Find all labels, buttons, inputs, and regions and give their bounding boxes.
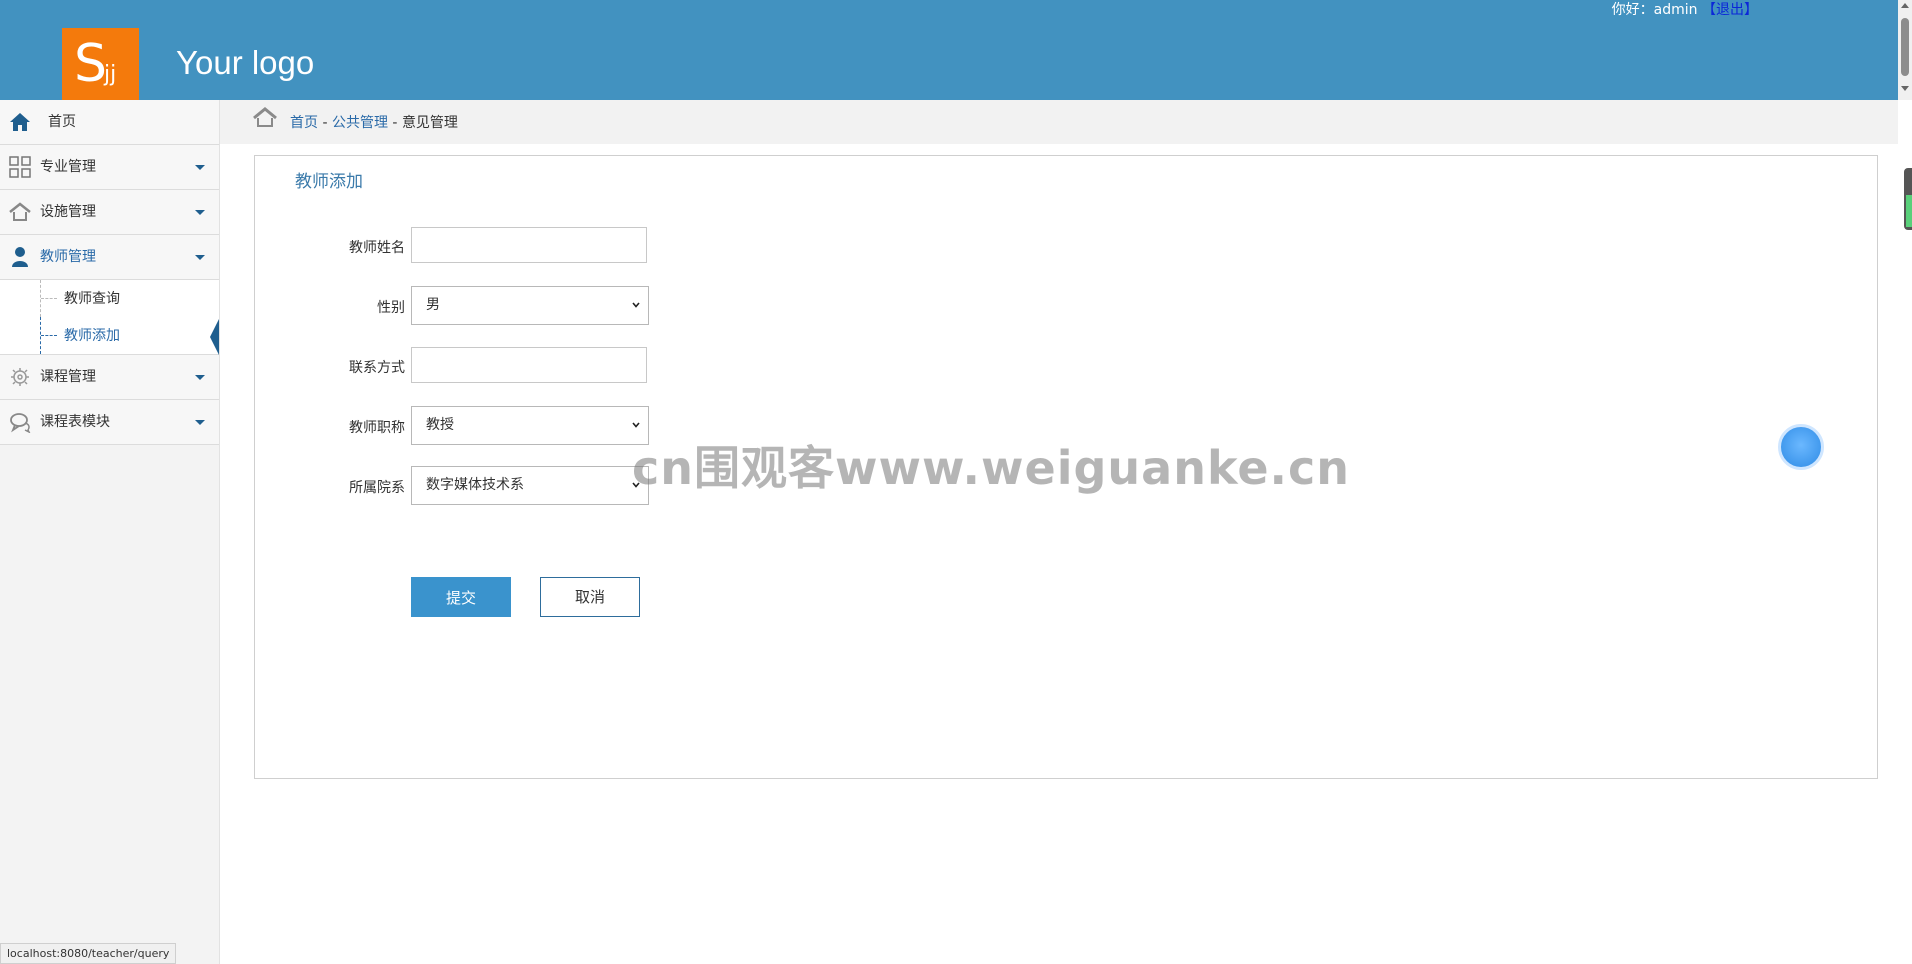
teacher-name-input[interactable] [411,227,647,263]
breadcrumb-current: 意见管理 [401,115,458,131]
gender-selected-value: 男 [426,297,440,313]
sidebar-item-label: 专业管理 [40,159,96,175]
submit-button[interactable]: 提交 [411,577,511,617]
gender-label: 性别 [377,300,405,316]
home-icon [253,107,277,127]
chevron-down-icon [632,302,640,308]
name-label: 教师姓名 [349,240,405,256]
logo: S jj [62,28,139,100]
logo-sub: jj [104,62,117,87]
page-scrollbar[interactable] [1898,0,1912,100]
submenu-item-teacher-query[interactable]: 教师查询 [0,280,219,317]
rank-selected-value: 教授 [426,417,454,433]
cancel-button[interactable]: 取消 [540,577,640,617]
tree-branch [41,335,57,337]
grid-icon [9,156,31,178]
form-title: 教师添加 [295,172,363,192]
scroll-thumb[interactable] [1901,18,1909,76]
dept-label: 所属院系 [349,480,405,496]
chevron-down-icon [195,255,205,260]
sidebar-item-label: 课程表模块 [40,414,110,430]
sidebar-item-schedule[interactable]: 课程表模块 [0,400,219,445]
gender-select[interactable]: 男 [411,286,649,325]
submenu-item-teacher-add[interactable]: 教师添加 [0,317,219,355]
logout-link[interactable]: 【退出】 [1702,2,1758,18]
watermark: cn围观客www.weiguanke.cn [632,441,1351,495]
home-icon [10,113,30,131]
breadcrumb-separator: - [322,115,332,131]
sidebar-item-label: 课程管理 [40,369,96,385]
sidebar-item-facilities[interactable]: 设施管理 [0,190,219,235]
sidebar-item-label: 教师管理 [40,249,96,265]
chat-icon [10,413,31,433]
breadcrumb-trail: 首页 - 公共管理 - 意见管理 [290,114,458,132]
breadcrumb-section[interactable]: 公共管理 [332,115,388,131]
gears-icon [11,368,29,386]
chevron-down-icon [195,210,205,215]
breadcrumb: 首页 - 公共管理 - 意见管理 [220,100,1898,144]
submenu-item-label: 教师添加 [64,328,120,344]
chevron-down-icon [195,375,205,380]
top-header: S jj Your logo 你好：admin 【退出】 [0,0,1898,100]
dept-selected-value: 数字媒体技术系 [426,477,524,493]
breadcrumb-separator: - [392,115,402,131]
contact-label: 联系方式 [349,360,405,376]
chevron-down-icon [195,420,205,425]
sidebar-item-majors[interactable]: 专业管理 [0,145,219,190]
sidebar-item-label: 首页 [48,114,76,130]
rank-label: 教师职称 [349,420,405,436]
sidebar-item-label: 设施管理 [40,204,96,220]
house-icon [9,202,31,221]
user-bar: 你好：admin 【退出】 [1612,0,1758,20]
contact-input[interactable] [411,347,647,383]
logo-letter: S [74,34,108,94]
logo-text: Your logo [176,44,315,81]
sidebar-item-courses[interactable]: 课程管理 [0,355,219,400]
scroll-up-arrow-icon[interactable] [1901,3,1909,8]
sidebar-item-home[interactable]: 首页 [0,100,219,145]
active-marker [210,319,219,355]
chevron-down-icon [195,165,205,170]
submenu-item-label: 教师查询 [64,291,120,307]
user-icon [12,247,28,267]
tree-branch [41,298,57,300]
status-bar-url: localhost:8080/teacher/query [0,943,177,964]
chevron-down-icon [632,422,640,428]
side-widget-indicator [1906,195,1912,227]
rank-select[interactable]: 教授 [411,406,649,445]
sidebar: 首页 专业管理 设施管理 教师管理 教师查询 教师添加 课程管理 课程表模块 [0,100,220,964]
teacher-submenu: 教师查询 教师添加 [0,280,219,355]
greeting: 你好：admin [1611,2,1698,18]
floating-assistant-ball[interactable] [1778,424,1824,470]
sidebar-item-teachers[interactable]: 教师管理 [0,235,219,280]
scroll-down-arrow-icon[interactable] [1901,86,1909,91]
breadcrumb-home[interactable]: 首页 [290,115,318,131]
dept-select[interactable]: 数字媒体技术系 [411,466,649,505]
